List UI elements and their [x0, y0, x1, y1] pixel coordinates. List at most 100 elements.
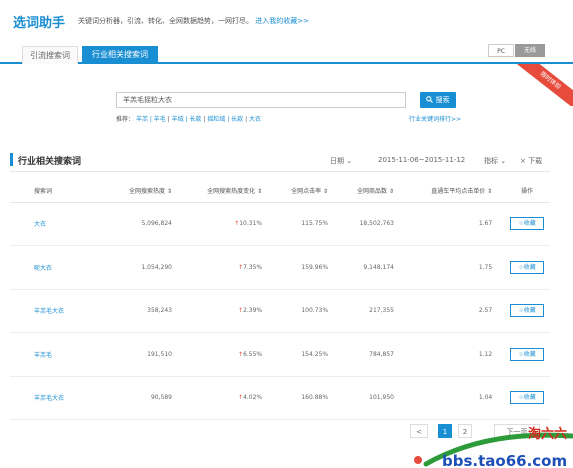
collect-button[interactable]: ☆收藏 — [510, 391, 545, 405]
cell-change-value: 6.55% — [243, 350, 263, 358]
section-accent-bar — [10, 153, 13, 166]
cell-ctr: 115.75% — [274, 202, 341, 246]
collect-button-label: 收藏 — [523, 263, 536, 271]
cell-heat: 90,589 — [110, 376, 184, 420]
page-root: 选词助手 关键词分析器，引流、转化、全网数据趋势，一网打尽。 进入我的收藏>> … — [0, 0, 573, 468]
cell-cpc: 1.75 — [405, 245, 505, 290]
collect-button[interactable]: ☆收藏 — [510, 260, 545, 274]
collect-button[interactable]: ☆收藏 — [510, 217, 545, 231]
cell-change: ↑10.31% — [183, 202, 275, 246]
col-header-change[interactable]: 全网搜索热度变化 ⇕ — [183, 180, 275, 203]
watermark-brand: 淘六六 — [528, 426, 567, 442]
search-button-label: 搜索 — [435, 96, 450, 104]
date-range: 2015-11-06~2015-11-12 — [378, 156, 466, 164]
sort-icon: ⇕ — [166, 188, 172, 196]
section-title: 行业相关搜索词 — [18, 157, 82, 167]
cell-heat: 1,054,290 — [110, 245, 184, 290]
date-label: 日期 — [330, 157, 344, 165]
collect-button-label: 收藏 — [523, 394, 536, 402]
cell-ctr: 100.73% — [274, 289, 341, 333]
cell-action: ☆收藏 — [504, 289, 550, 333]
cell-cpc: 1.04 — [405, 376, 505, 420]
cell-keyword[interactable]: 呢大衣 — [10, 245, 110, 290]
cell-change: ↑4.02% — [183, 376, 275, 420]
cell-heat: 5,096,824 — [110, 202, 184, 246]
table-row: 呢大衣 1,054,290 ↑7.35% 159.96% 9,148,174 1… — [10, 245, 550, 290]
chevron-down-icon: ⌄ — [346, 157, 353, 165]
search-input[interactable] — [116, 92, 406, 108]
device-toggle-pc[interactable]: PC — [488, 44, 514, 57]
sort-icon: ⇕ — [487, 188, 493, 196]
watermark-logo: 淘六六 bbs.tao66.com — [414, 426, 573, 468]
table-header-row: 搜索词 全网搜索热度 ⇕ 全网搜索热度变化 ⇕ 全网点击率 ⇕ 全网商品数 ⇕ … — [10, 180, 550, 203]
col-header-keyword: 搜索词 — [10, 180, 110, 203]
col-header-ctr[interactable]: 全网点击率 ⇕ — [274, 180, 341, 203]
device-toggle-wireless[interactable]: 无线 — [515, 44, 545, 57]
collect-button-label: 收藏 — [523, 220, 536, 228]
table-row: 羊羔毛大衣 358,243 ↑2.39% 100.73% 217,355 2.5… — [10, 289, 550, 333]
download-button[interactable]: × 下载 — [520, 156, 542, 166]
cell-keyword[interactable]: 羊羔毛大衣 — [10, 289, 110, 333]
cell-cpc: 1.67 — [405, 202, 505, 246]
cell-action: ☆收藏 — [504, 332, 550, 377]
cell-ctr: 154.25% — [274, 332, 341, 377]
hint-prefix: 推荐： — [116, 116, 135, 123]
table-row: 大衣 5,096,824 ↑10.31% 115.75% 18,502,763 … — [10, 202, 550, 246]
watermark-dot — [414, 456, 422, 464]
col-header-heat[interactable]: 全网搜索热度 ⇕ — [110, 180, 184, 203]
collect-button[interactable]: ☆收藏 — [510, 304, 545, 318]
table-row: 羊羔毛 191,510 ↑6.55% 154.25% 784,857 1.12 … — [10, 332, 550, 377]
col-header-goods[interactable]: 全网商品数 ⇕ — [340, 180, 406, 203]
top-bar: 选词助手 关键词分析器，引流、转化、全网数据趋势，一网打尽。 进入我的收藏>> — [0, 0, 573, 42]
keyword-table: 搜索词 全网搜索热度 ⇕ 全网搜索热度变化 ⇕ 全网点击率 ⇕ 全网商品数 ⇕ … — [10, 180, 550, 420]
col-header-goods-label: 全网商品数 — [357, 188, 388, 196]
hint-item[interactable]: 羊绒 | 长款 — [172, 116, 202, 123]
hint-item[interactable]: 羊羔 | 羊毛 — [136, 116, 166, 123]
sort-icon: ⇕ — [257, 188, 263, 196]
date-selector[interactable]: 日期 ⌄ — [330, 156, 352, 166]
tab-industry-keywords[interactable]: 行业相关搜索词 — [82, 46, 158, 64]
cell-keyword[interactable]: 羊羔毛大衣 — [10, 376, 110, 420]
cell-cpc: 1.12 — [405, 332, 505, 377]
app-logo-title: 选词助手 — [13, 16, 66, 31]
collect-button[interactable]: ☆收藏 — [510, 347, 545, 361]
hint-item[interactable]: 摇粒绒 | 长款 — [207, 116, 243, 123]
table-row: 羊羔毛大衣 90,589 ↑4.02% 160.88% 101,950 1.04… — [10, 376, 550, 420]
col-header-cpc[interactable]: 直通车平均点击单价 ⇕ — [405, 180, 505, 203]
metric-selector[interactable]: 指标 ⌄ — [484, 156, 506, 166]
watermark-url: bbs.tao66.com — [442, 452, 567, 468]
recommend-hints: 推荐： 羊羔 | 羊毛 | 羊绒 | 长款 | 摇粒绒 | 长款 | 大衣 — [116, 116, 262, 123]
col-header-ctr-label: 全网点击率 — [291, 188, 322, 196]
chevron-down-icon: ⌄ — [500, 157, 507, 165]
col-header-action: 操作 — [504, 180, 550, 203]
cell-cpc: 2.57 — [405, 289, 505, 333]
search-icon — [426, 96, 434, 103]
cell-change-value: 10.31% — [239, 220, 263, 228]
section-header: 行业相关搜索词 日期 ⌄ 2015-11-06~2015-11-12 指标 ⌄ … — [10, 148, 550, 172]
industry-ranking-link[interactable]: 行业关键词排行>> — [409, 114, 461, 123]
cell-goods: 101,950 — [340, 376, 406, 420]
favorites-link[interactable]: 进入我的收藏>> — [255, 17, 309, 25]
cell-keyword[interactable]: 羊羔毛 — [10, 332, 110, 377]
tagline-text: 关键词分析器，引流、转化、全网数据趋势，一网打尽。 — [78, 17, 253, 25]
tagline: 关键词分析器，引流、转化、全网数据趋势，一网打尽。 进入我的收藏>> — [78, 16, 309, 26]
cell-change: ↑6.55% — [183, 332, 275, 377]
cell-keyword[interactable]: 大衣 — [10, 202, 110, 246]
cell-goods: 784,857 — [340, 332, 406, 377]
search-button[interactable]: 搜索 — [420, 92, 456, 108]
cell-ctr: 160.88% — [274, 376, 341, 420]
cell-action: ☆收藏 — [504, 376, 550, 420]
sort-icon: ⇕ — [323, 188, 329, 196]
tab-traffic-keywords[interactable]: 引流搜索词 — [22, 46, 78, 64]
cell-goods: 9,148,174 — [340, 245, 406, 290]
cell-action: ☆收藏 — [504, 202, 550, 246]
hint-item[interactable]: 大衣 — [249, 116, 261, 123]
col-header-change-label: 全网搜索热度变化 — [207, 188, 256, 196]
cell-change: ↑2.39% — [183, 289, 275, 333]
cell-heat: 358,243 — [110, 289, 184, 333]
cell-change-value: 4.02% — [243, 394, 263, 402]
cell-change: ↑7.35% — [183, 245, 275, 290]
col-header-heat-label: 全网搜索热度 — [129, 188, 166, 196]
download-label: 下载 — [528, 157, 543, 165]
cell-action: ☆收藏 — [504, 245, 550, 290]
